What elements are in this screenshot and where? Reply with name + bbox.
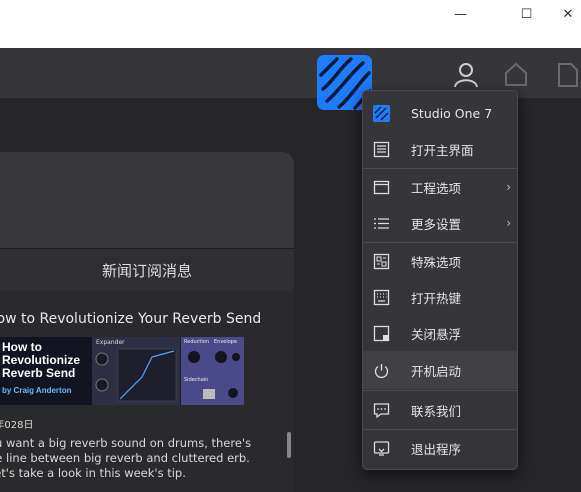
keyboard-icon <box>372 288 390 306</box>
user-icon[interactable] <box>452 60 482 90</box>
menu-item-hotkeys[interactable]: 打开热键 <box>363 279 517 315</box>
menu-label: 开机启动 <box>411 363 462 379</box>
article-image[interactable]: How to Revolutionize Reverb Send by Crai… <box>0 337 244 405</box>
exit-icon <box>372 439 390 457</box>
news-scrollbar[interactable] <box>287 432 291 458</box>
main-window-icon <box>372 140 390 158</box>
news-header: 新闻订阅消息 <box>0 248 294 292</box>
menu-item-contact[interactable]: 联系我们 <box>363 391 517 429</box>
article-image-caption: How to Revolutionize Reverb Send by Crai… <box>0 337 92 405</box>
close-button[interactable]: ✕ <box>555 0 581 28</box>
home-icon[interactable] <box>502 60 532 90</box>
special-options-icon <box>372 252 390 270</box>
image-headline-line3: Reverb Send <box>2 366 76 380</box>
document-icon[interactable] <box>553 60 581 90</box>
menu-item-special-options[interactable]: 特殊选项 <box>363 243 517 279</box>
window-titlebar: — ☐ ✕ <box>0 0 581 48</box>
menu-label: 打开热键 <box>411 290 462 306</box>
menu-label: 工程选项 <box>411 180 462 196</box>
submenu-arrow-icon: › <box>506 180 511 194</box>
image-author: by Craig Anderton <box>2 386 72 395</box>
plugin-expander-panel: Expander <box>92 337 180 405</box>
menu-item-exit[interactable]: 退出程序 <box>363 430 517 466</box>
tray-context-menu: Studio One 7 打开主界面 工程选项 › 更多设置 › 特殊选项 打开… <box>362 90 518 470</box>
menu-item-project-options[interactable]: 工程选项 › <box>363 169 517 205</box>
float-close-icon <box>372 324 390 342</box>
list-icon <box>372 214 390 232</box>
article-date: 5年028日 <box>0 420 34 431</box>
minimize-button[interactable]: — <box>438 0 483 28</box>
submenu-arrow-icon: › <box>506 216 511 230</box>
window-icon <box>372 178 390 196</box>
power-icon <box>372 361 390 379</box>
news-feed[interactable]: How to Revolutionize Your Reverb Send Ho… <box>0 291 294 492</box>
article-title[interactable]: How to Revolutionize Your Reverb Send <box>0 311 286 327</box>
menu-item-open-main[interactable]: 打开主界面 <box>363 131 517 167</box>
menu-label: 更多设置 <box>411 216 462 232</box>
studio-one-logo-icon <box>372 104 390 122</box>
menu-item-autostart[interactable]: 开机启动 <box>363 351 517 389</box>
maximize-button[interactable]: ☐ <box>504 0 549 28</box>
menu-label: 联系我们 <box>411 403 462 419</box>
article-summary: ou want a big reverb sound on drums, the… <box>0 436 252 480</box>
menu-label: 退出程序 <box>411 441 462 457</box>
plugin-reduction-panel: Reduction Envelope Sidechain <box>181 337 244 405</box>
menu-item-studio-one[interactable]: Studio One 7 <box>363 95 517 131</box>
menu-item-close-float[interactable]: 关闭悬浮 <box>363 315 517 351</box>
chat-icon <box>372 401 390 419</box>
menu-label: 关闭悬浮 <box>411 326 462 342</box>
menu-label: 打开主界面 <box>411 142 474 158</box>
news-panel: 新闻订阅消息 How to Revolutionize Your Reverb … <box>0 152 294 492</box>
menu-item-more-settings[interactable]: 更多设置 › <box>363 205 517 241</box>
menu-label: 特殊选项 <box>411 254 462 270</box>
menu-label: Studio One 7 <box>411 105 493 121</box>
